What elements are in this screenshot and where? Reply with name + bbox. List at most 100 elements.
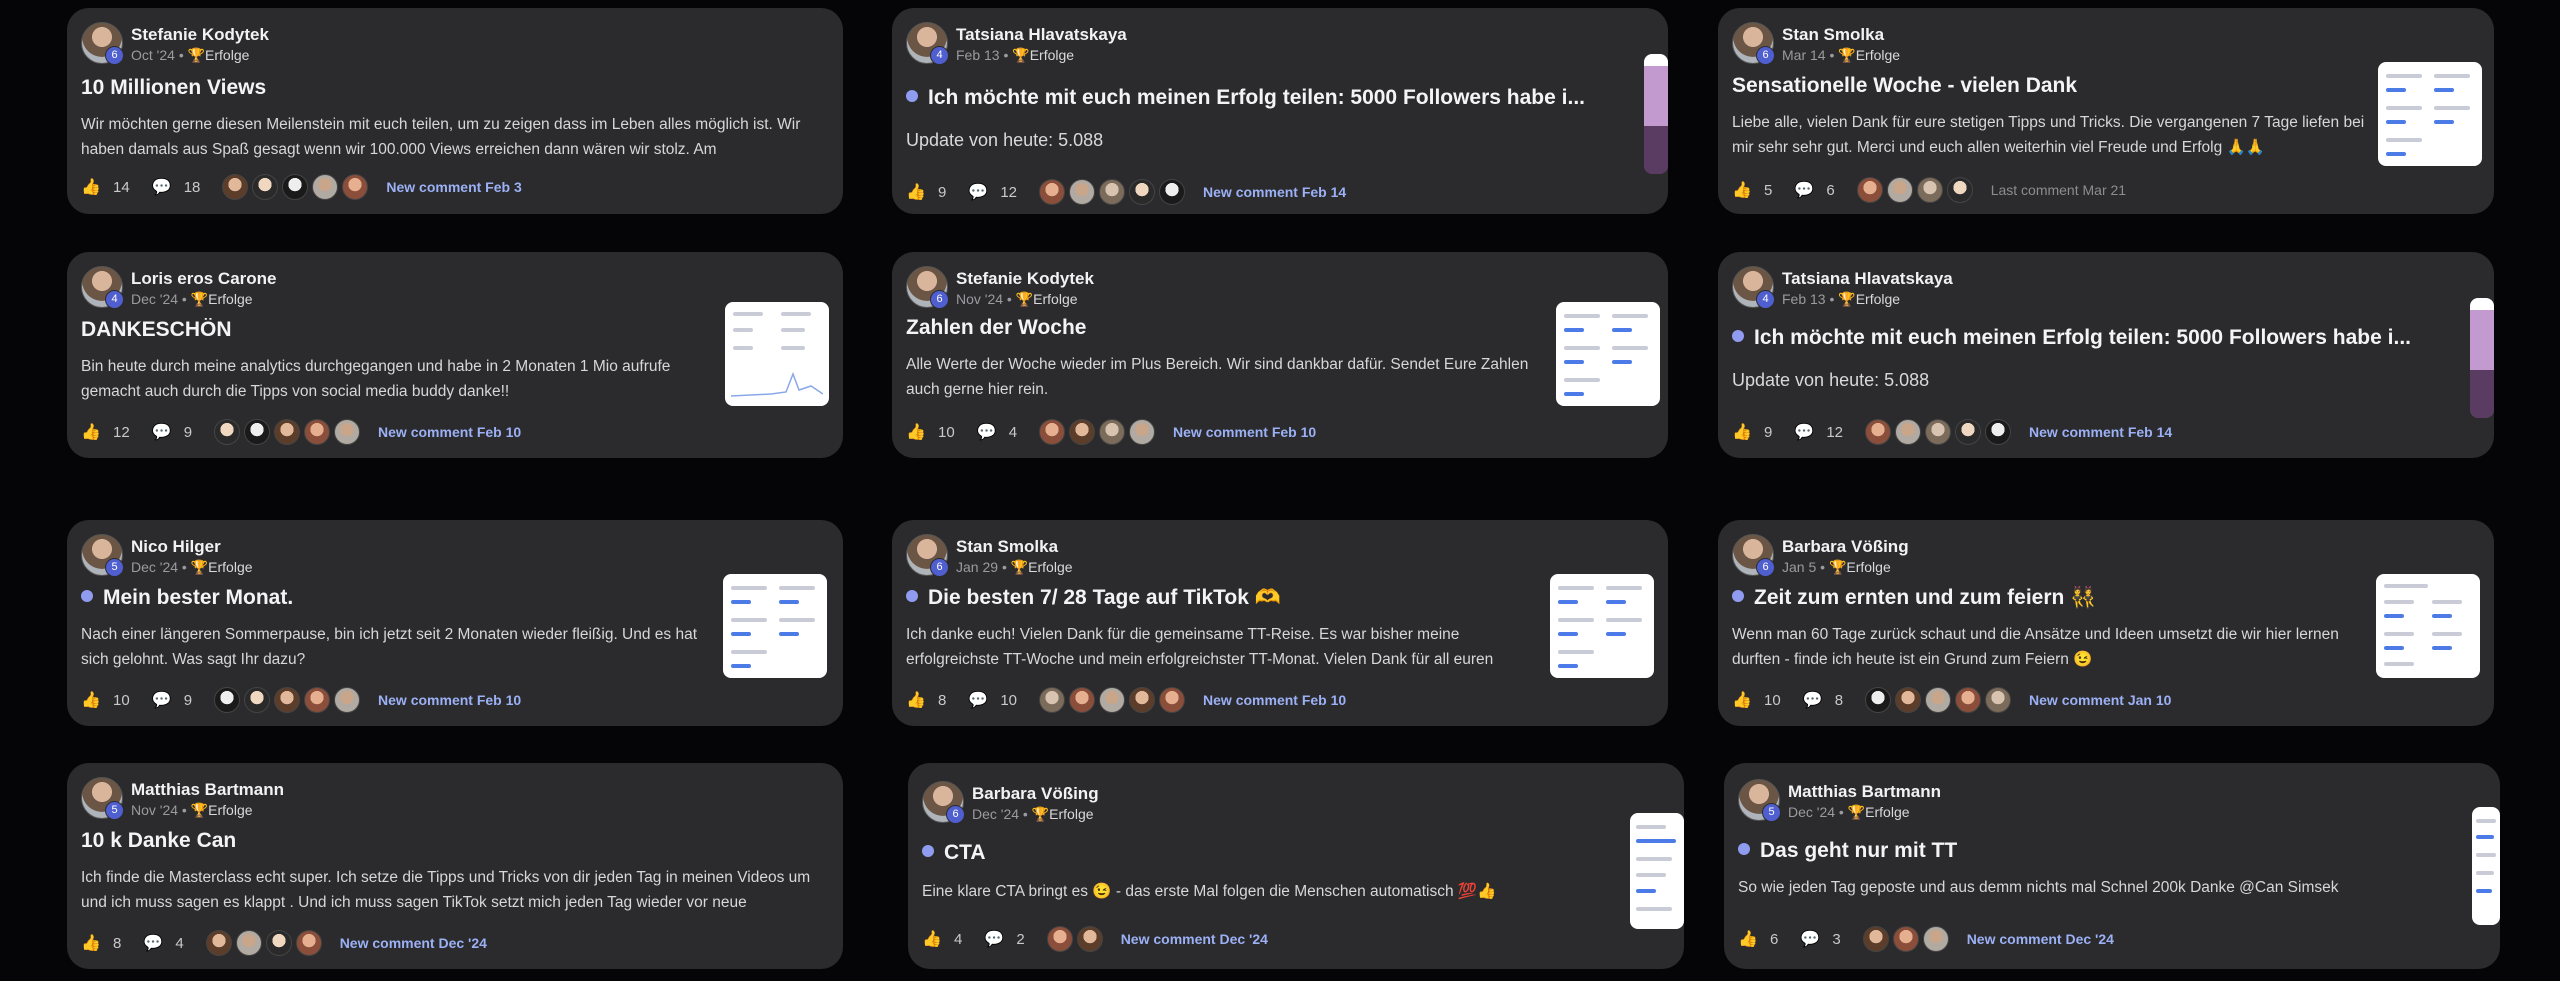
post-title[interactable]: Ich möchte mit euch meinen Erfolg teilen… (1732, 326, 2432, 350)
avatar (342, 174, 369, 200)
post-footer: 👍 4 💬 2 New comment Dec '24 (922, 925, 1268, 953)
author-name[interactable]: Matthias Bartmann (131, 780, 284, 800)
post-thumbnail[interactable] (2470, 298, 2494, 418)
author-name[interactable]: Stefanie Kodytek (956, 269, 1094, 289)
activity-label[interactable]: New comment Dec '24 (1967, 931, 2114, 947)
author-name[interactable]: Nico Hilger (131, 537, 221, 557)
post-category[interactable]: Erfolge (1856, 47, 1900, 63)
avatar (312, 174, 339, 200)
post-thumbnail[interactable] (1630, 813, 1684, 929)
thumbs-up-icon[interactable]: 👍 (81, 690, 101, 710)
post-title[interactable]: Sensationelle Woche - vielen Dank (1732, 74, 2372, 98)
post-card[interactable]: 6 Stan Smolka Mar 14 • 🏆Erfolge Sensatio… (1718, 8, 2494, 214)
author-name[interactable]: Matthias Bartmann (1788, 782, 1941, 802)
thumbs-up-icon[interactable]: 👍 (906, 422, 926, 442)
activity-label[interactable]: New comment Feb 10 (378, 692, 521, 708)
post-category[interactable]: Erfolge (1028, 559, 1072, 575)
activity-label[interactable]: New comment Feb 10 (378, 424, 521, 440)
comment-bubble-icon[interactable]: 💬 (1800, 929, 1820, 949)
thumbs-up-icon[interactable]: 👍 (922, 929, 942, 949)
post-thumbnail[interactable] (2376, 574, 2480, 678)
post-category[interactable]: Erfolge (1856, 291, 1900, 307)
post-card[interactable]: 6 Stefanie Kodytek Nov '24 • 🏆Erfolge Za… (892, 252, 1668, 458)
post-category[interactable]: Erfolge (208, 802, 252, 818)
post-thumbnail[interactable] (2378, 62, 2482, 166)
post-category[interactable]: Erfolge (1033, 291, 1077, 307)
post-category[interactable]: Erfolge (1846, 559, 1890, 575)
post-title[interactable]: 10 Millionen Views (81, 76, 821, 100)
post-category[interactable]: Erfolge (1030, 47, 1074, 63)
thumbs-up-icon[interactable]: 👍 (1732, 180, 1752, 200)
activity-label[interactable]: New comment Feb 3 (386, 179, 521, 195)
activity-label[interactable]: New comment Feb 10 (1173, 424, 1316, 440)
post-card[interactable]: 5 Matthias Bartmann Dec '24 • 🏆Erfolge D… (1724, 763, 2500, 969)
trophy-icon: 🏆 (190, 802, 209, 818)
post-card[interactable]: 6 Stan Smolka Jan 29 • 🏆Erfolge Die best… (892, 520, 1668, 726)
post-thumbnail[interactable] (725, 302, 829, 406)
post-category[interactable]: Erfolge (205, 47, 249, 63)
author-name[interactable]: Tatsiana Hlavatskaya (1782, 269, 1953, 289)
thumbs-up-icon[interactable]: 👍 (81, 422, 101, 442)
comment-bubble-icon[interactable]: 💬 (143, 933, 163, 953)
activity-label[interactable]: New comment Dec '24 (340, 935, 487, 951)
post-thumbnail[interactable] (1644, 54, 1668, 174)
activity-label[interactable]: New comment Feb 10 (1203, 692, 1346, 708)
comment-bubble-icon[interactable]: 💬 (152, 690, 172, 710)
post-title[interactable]: Zeit zum ernten und zum feiern 👯 (1732, 586, 2372, 610)
post-category[interactable]: Erfolge (208, 291, 252, 307)
post-card[interactable]: 4 Tatsiana Hlavatskaya Feb 13 • 🏆Erfolge… (892, 8, 1668, 214)
post-category[interactable]: Erfolge (1865, 804, 1909, 820)
post-card[interactable]: 6 Barbara Vößing Jan 5 • 🏆Erfolge Zeit z… (1718, 520, 2494, 726)
thumbs-up-icon[interactable]: 👍 (81, 177, 101, 197)
post-card[interactable]: 4 Tatsiana Hlavatskaya Feb 13 • 🏆Erfolge… (1718, 252, 2494, 458)
post-title[interactable]: 10 k Danke Can (81, 829, 821, 853)
comment-bubble-icon[interactable]: 💬 (977, 422, 997, 442)
post-thumbnail[interactable] (1550, 574, 1654, 678)
author-name[interactable]: Barbara Vößing (1782, 537, 1909, 557)
thumbs-up-icon[interactable]: 👍 (906, 182, 926, 202)
post-title[interactable]: Das geht nur mit TT (1738, 839, 2418, 863)
post-card[interactable]: 6 Barbara Vößing Dec '24 • 🏆Erfolge CTA … (908, 763, 1684, 969)
post-title[interactable]: Ich möchte mit euch meinen Erfolg teilen… (906, 86, 1606, 110)
comment-bubble-icon[interactable]: 💬 (1794, 422, 1814, 442)
like-count: 5 (1764, 181, 1773, 199)
author-name[interactable]: Tatsiana Hlavatskaya (956, 25, 1127, 45)
author-name[interactable]: Stefanie Kodytek (131, 25, 269, 45)
comment-bubble-icon[interactable]: 💬 (968, 182, 988, 202)
post-title[interactable]: Zahlen der Woche (906, 316, 1546, 340)
comment-bubble-icon[interactable]: 💬 (968, 690, 988, 710)
author-name[interactable]: Barbara Vößing (972, 784, 1099, 804)
post-card[interactable]: 5 Matthias Bartmann Nov '24 • 🏆Erfolge 1… (67, 763, 843, 969)
comment-bubble-icon[interactable]: 💬 (1803, 690, 1823, 710)
post-category[interactable]: Erfolge (208, 559, 252, 575)
thumbs-up-icon[interactable]: 👍 (1732, 690, 1752, 710)
post-title[interactable]: DANKESCHÖN (81, 318, 721, 342)
activity-label[interactable]: New comment Jan 10 (2029, 692, 2171, 708)
thumbs-up-icon[interactable]: 👍 (1732, 422, 1752, 442)
thumbs-up-icon[interactable]: 👍 (1738, 929, 1758, 949)
post-title[interactable]: Mein bester Monat. (81, 586, 721, 610)
activity-label[interactable]: New comment Feb 14 (1203, 184, 1346, 200)
activity-label[interactable]: Last comment Mar 21 (1991, 182, 2126, 198)
post-title[interactable]: Die besten 7/ 28 Tage auf TikTok 🫶 (906, 586, 1546, 610)
comment-bubble-icon[interactable]: 💬 (1794, 180, 1814, 200)
activity-label[interactable]: New comment Feb 14 (2029, 424, 2172, 440)
post-category[interactable]: Erfolge (1049, 806, 1093, 822)
author-name[interactable]: Loris eros Carone (131, 269, 277, 289)
author-name[interactable]: Stan Smolka (956, 537, 1058, 557)
post-thumbnail[interactable] (723, 574, 827, 678)
thumbs-up-icon[interactable]: 👍 (81, 933, 101, 953)
post-title[interactable]: CTA (922, 841, 1562, 865)
author-name[interactable]: Stan Smolka (1782, 25, 1884, 45)
post-thumbnail[interactable] (1556, 302, 1660, 406)
post-card[interactable]: 4 Loris eros Carone Dec '24 • 🏆Erfolge D… (67, 252, 843, 458)
comment-bubble-icon[interactable]: 💬 (984, 929, 1004, 949)
post-card[interactable]: 5 Nico Hilger Dec '24 • 🏆Erfolge Mein be… (67, 520, 843, 726)
thumbs-up-icon[interactable]: 👍 (906, 690, 926, 710)
activity-label[interactable]: New comment Dec '24 (1121, 931, 1268, 947)
post-thumbnail[interactable] (2472, 807, 2500, 925)
avatar (1099, 687, 1126, 713)
comment-bubble-icon[interactable]: 💬 (152, 177, 172, 197)
comment-bubble-icon[interactable]: 💬 (152, 422, 172, 442)
post-card[interactable]: 6 Stefanie Kodytek Oct '24 • 🏆Erfolge 10… (67, 8, 843, 214)
